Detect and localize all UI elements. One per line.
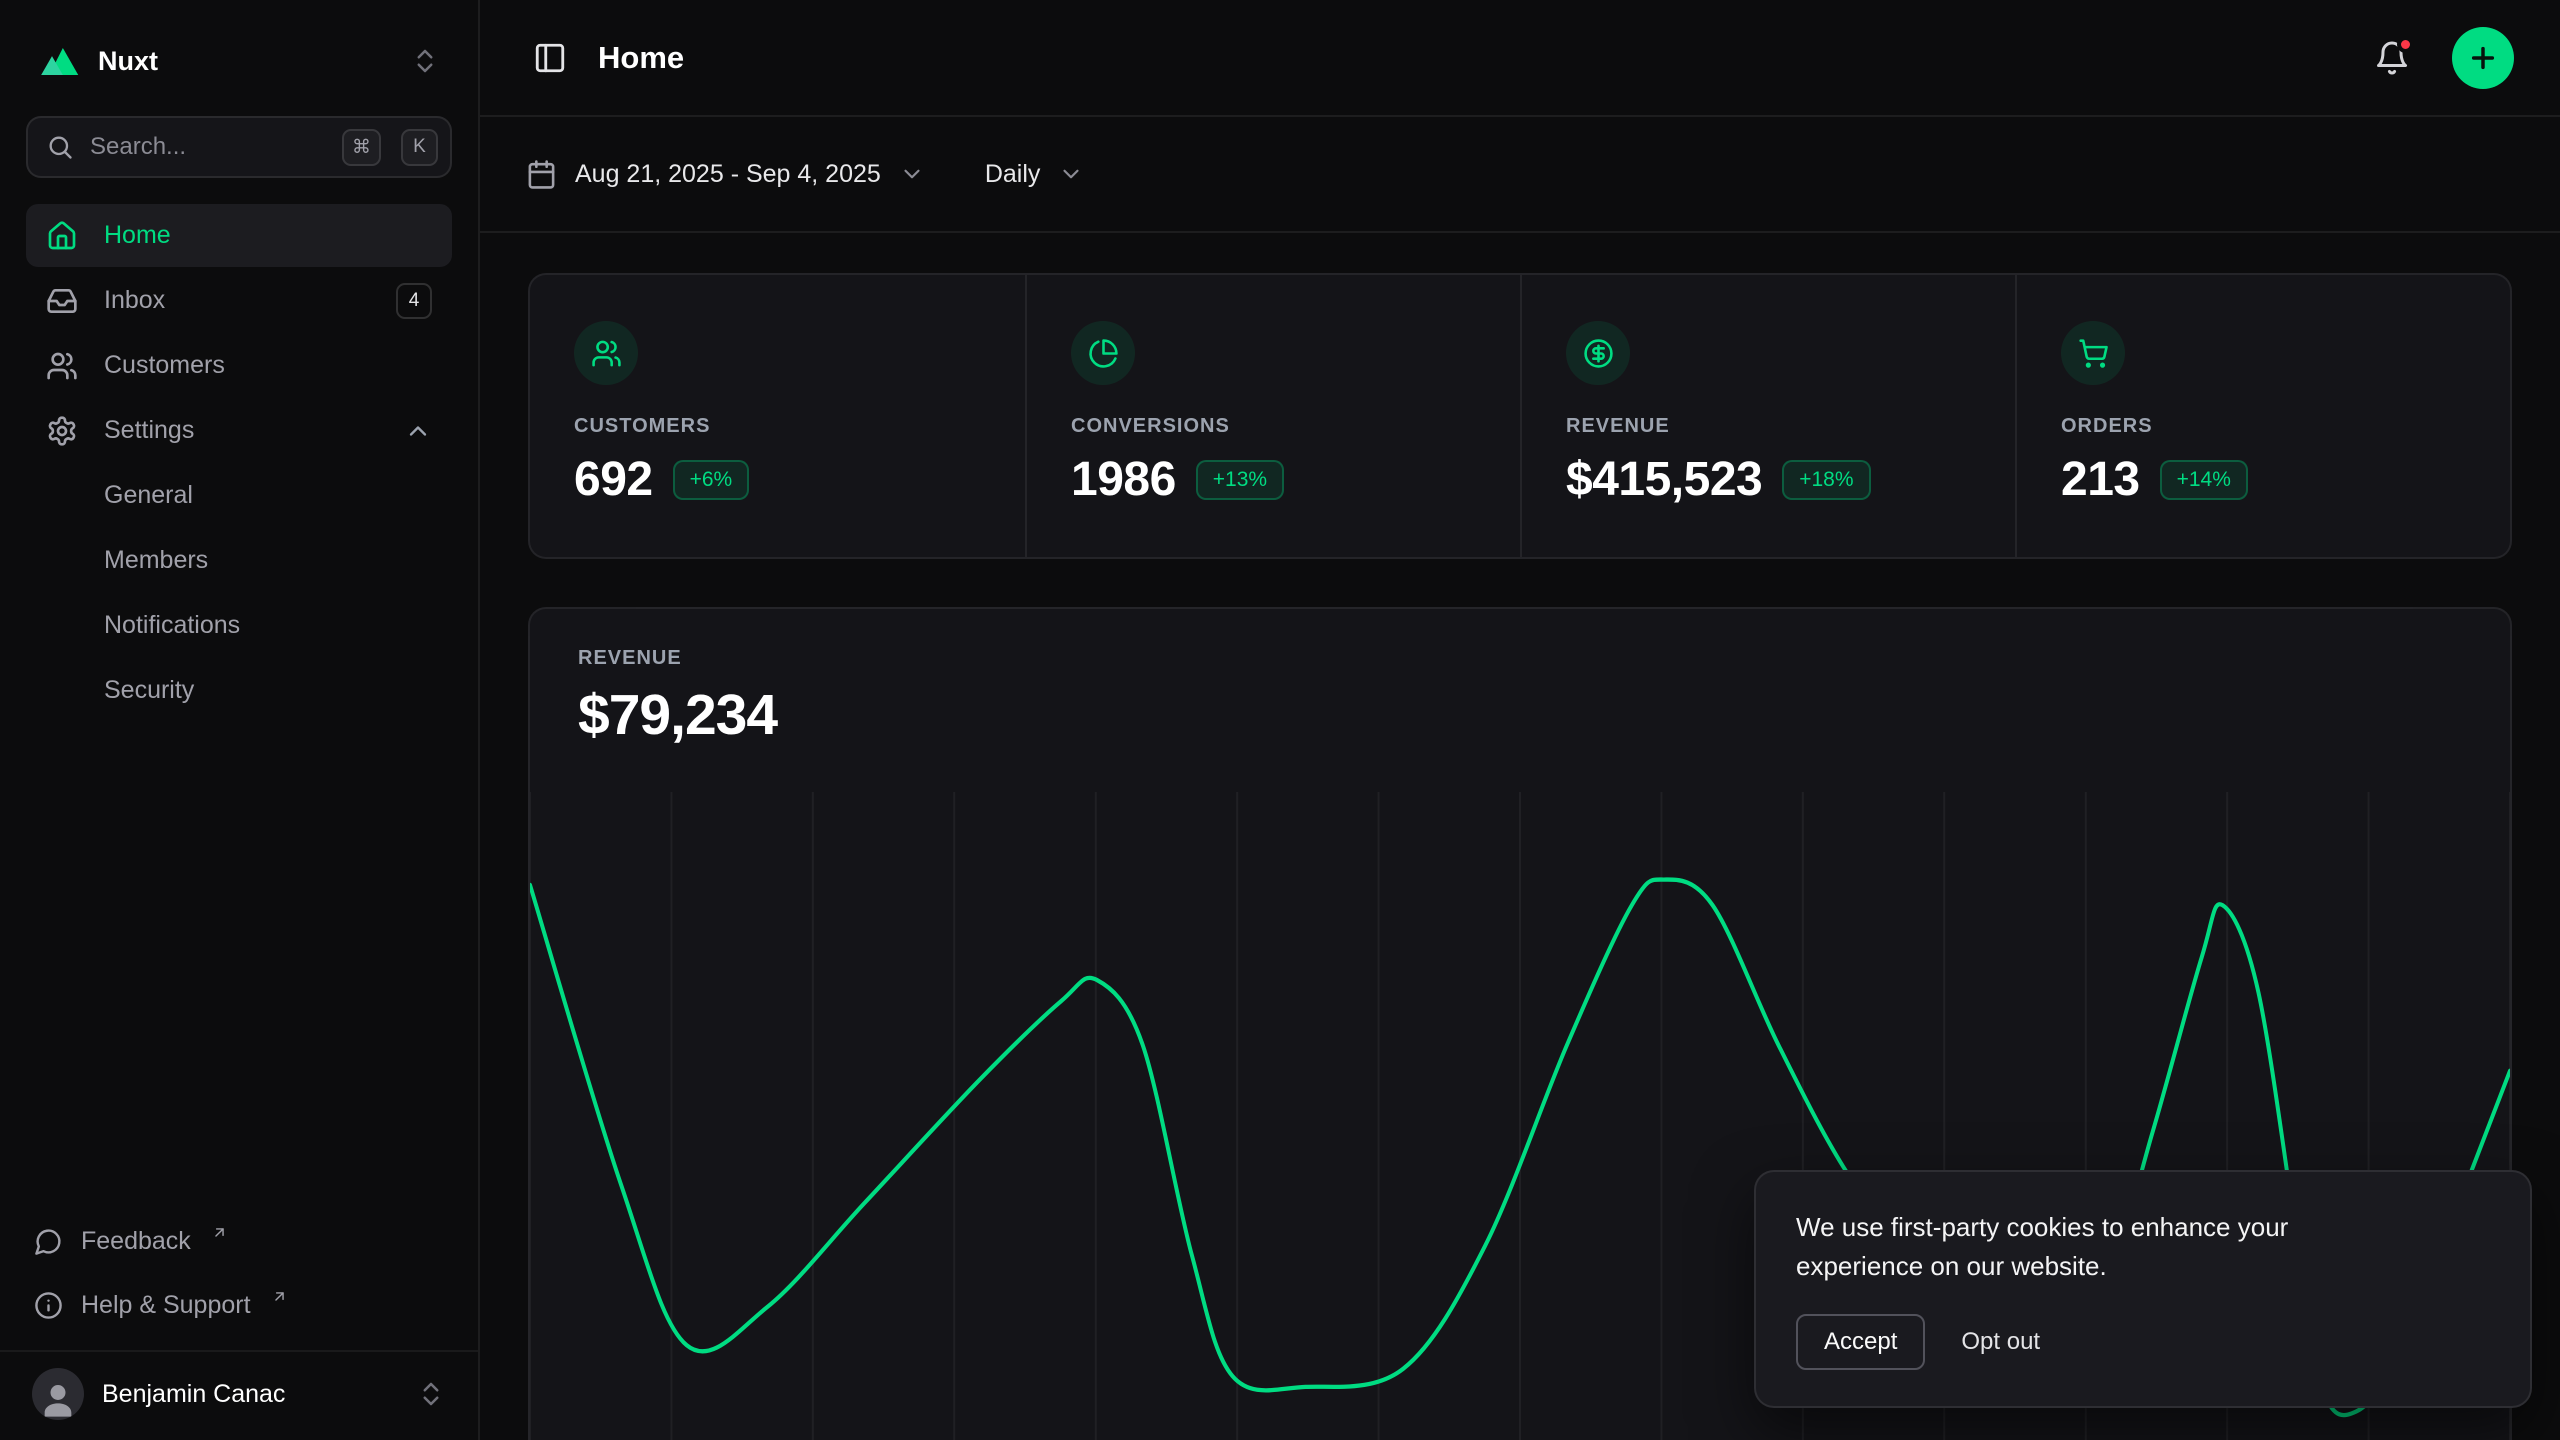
nuxt-logo-icon xyxy=(38,40,80,82)
sidebar: Nuxt Search... ⌘ K Home xyxy=(0,0,480,1440)
kbd-cmd: ⌘ xyxy=(342,129,381,166)
users-icon xyxy=(574,321,638,385)
search-input[interactable]: Search... ⌘ K xyxy=(26,116,452,178)
sidebar-item-label: Home xyxy=(104,221,171,250)
sidebar-item-security[interactable]: Security xyxy=(26,659,452,722)
toolbar: Aug 21, 2025 - Sep 4, 2025 Daily xyxy=(480,117,2560,233)
chevrons-up-down-icon xyxy=(416,1379,446,1409)
stat-delta-badge: +14% xyxy=(2160,460,2248,500)
plus-icon xyxy=(2467,42,2499,74)
stat-customers[interactable]: CUSTOMERS 692 +6% xyxy=(530,275,1025,557)
avatar xyxy=(32,1368,84,1420)
sidebar-item-general[interactable]: General xyxy=(26,464,452,527)
sidebar-toggle-button[interactable] xyxy=(526,34,574,82)
stat-label: CUSTOMERS xyxy=(574,415,981,438)
notifications-button[interactable] xyxy=(2368,34,2416,82)
stat-label: ORDERS xyxy=(2061,415,2466,438)
calendar-icon xyxy=(526,159,557,190)
feedback-label: Feedback xyxy=(81,1227,191,1256)
stat-delta-badge: +13% xyxy=(1196,460,1284,500)
stat-value: 1986 xyxy=(1071,452,1176,507)
period-label: Daily xyxy=(985,160,1041,189)
user-name: Benjamin Canac xyxy=(102,1380,285,1409)
sidebar-item-label: Notifications xyxy=(104,611,240,640)
gear-icon xyxy=(46,415,78,447)
stat-delta-badge: +18% xyxy=(1782,460,1870,500)
add-button[interactable] xyxy=(2452,27,2514,89)
kbd-k: K xyxy=(401,129,438,166)
search-placeholder: Search... xyxy=(90,133,322,161)
accept-cookies-button[interactable]: Accept xyxy=(1796,1314,1925,1370)
sidebar-item-notifications[interactable]: Notifications xyxy=(26,594,452,657)
stat-revenue[interactable]: REVENUE $415,523 +18% xyxy=(1520,275,2015,557)
person-icon xyxy=(38,1380,78,1420)
header-actions xyxy=(2368,27,2514,89)
revenue-chart-label: REVENUE xyxy=(578,647,2462,670)
stat-value: 213 xyxy=(2061,452,2140,507)
workspace-name: Nuxt xyxy=(98,46,158,77)
top-header: Home xyxy=(480,0,2560,117)
sidebar-item-label: Inbox xyxy=(104,286,165,315)
message-bubble-icon xyxy=(34,1227,63,1256)
stat-delta-badge: +6% xyxy=(673,460,750,500)
date-range-picker[interactable]: Aug 21, 2025 - Sep 4, 2025 xyxy=(526,159,925,190)
cookie-consent-toast: We use first-party cookies to enhance yo… xyxy=(1754,1170,2532,1408)
revenue-chart-header: REVENUE $79,234 xyxy=(530,609,2510,748)
info-circle-icon xyxy=(34,1291,63,1320)
sidebar-footer: Feedback Help & Support xyxy=(26,1212,452,1350)
page-title: Home xyxy=(598,40,684,76)
inbox-icon xyxy=(46,285,78,317)
notification-dot xyxy=(2397,36,2414,53)
home-icon xyxy=(46,220,78,252)
revenue-chart-value: $79,234 xyxy=(578,682,2462,748)
external-link-icon xyxy=(211,1224,228,1241)
date-range-label: Aug 21, 2025 - Sep 4, 2025 xyxy=(575,160,881,189)
app-root: Nuxt Search... ⌘ K Home xyxy=(0,0,2560,1440)
sidebar-item-members[interactable]: Members xyxy=(26,529,452,592)
workspace-selector[interactable]: Nuxt xyxy=(26,0,452,104)
panel-left-icon xyxy=(533,41,567,75)
sidebar-item-label: Settings xyxy=(104,416,194,445)
chevron-down-icon xyxy=(899,161,925,187)
chevron-up-icon xyxy=(404,417,432,445)
user-menu[interactable]: Benjamin Canac xyxy=(0,1350,478,1440)
external-link-icon xyxy=(271,1288,288,1305)
sidebar-item-label: Members xyxy=(104,546,208,575)
sidebar-item-customers[interactable]: Customers xyxy=(26,334,452,397)
users-icon xyxy=(46,350,78,382)
stat-orders[interactable]: ORDERS 213 +14% xyxy=(2015,275,2510,557)
period-select[interactable]: Daily xyxy=(985,160,1085,189)
pie-chart-icon xyxy=(1071,321,1135,385)
cookie-actions: Accept Opt out xyxy=(1796,1314,2490,1370)
sidebar-item-label: Security xyxy=(104,676,194,705)
help-support-label: Help & Support xyxy=(81,1291,251,1320)
chevrons-up-down-icon xyxy=(410,46,440,76)
inbox-count-badge: 4 xyxy=(396,283,432,319)
sidebar-nav: Home Inbox 4 Customers xyxy=(26,204,452,722)
sidebar-item-label: General xyxy=(104,481,193,510)
cookie-message: We use first-party cookies to enhance yo… xyxy=(1796,1208,2396,1286)
sidebar-item-label: Customers xyxy=(104,351,225,380)
feedback-link[interactable]: Feedback xyxy=(34,1212,444,1270)
stat-label: CONVERSIONS xyxy=(1071,415,1476,438)
dollar-circle-icon xyxy=(1566,321,1630,385)
stat-conversions[interactable]: CONVERSIONS 1986 +13% xyxy=(1025,275,1520,557)
stat-label: REVENUE xyxy=(1566,415,1971,438)
chevron-down-icon xyxy=(1058,161,1084,187)
optout-cookies-button[interactable]: Opt out xyxy=(1961,1328,2040,1356)
sidebar-item-inbox[interactable]: Inbox 4 xyxy=(26,269,452,332)
stat-value: 692 xyxy=(574,452,653,507)
search-icon xyxy=(46,133,74,161)
shopping-cart-icon xyxy=(2061,321,2125,385)
stat-value: $415,523 xyxy=(1566,452,1762,507)
stats-card: CUSTOMERS 692 +6% CONVERSIONS 1986 xyxy=(528,273,2512,559)
sidebar-item-home[interactable]: Home xyxy=(26,204,452,267)
help-support-link[interactable]: Help & Support xyxy=(34,1276,444,1334)
sidebar-item-settings[interactable]: Settings xyxy=(26,399,452,462)
